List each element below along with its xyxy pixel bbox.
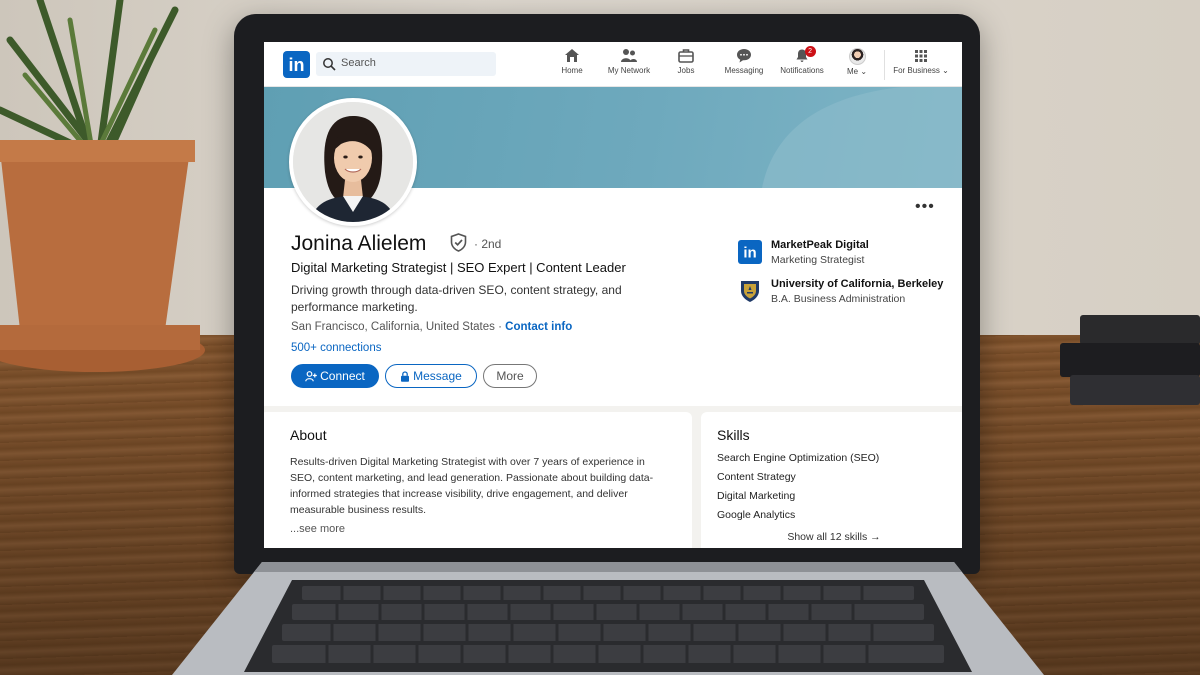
degree-name: B.A. Business Administration <box>771 293 906 305</box>
avatar-icon <box>848 48 866 65</box>
grid-icon <box>915 50 927 62</box>
skill-item[interactable]: Search Engine Optimization (SEO) <box>717 452 879 464</box>
cover-wave <box>762 87 962 188</box>
skill-item[interactable]: Google Analytics <box>717 509 795 521</box>
more-options-icon[interactable]: ••• <box>915 198 935 216</box>
connections-link[interactable]: 500+ connections <box>291 342 381 354</box>
nav-label: Me <box>846 67 859 76</box>
nav-label: Jobs <box>677 66 695 75</box>
location-text: San Francisco, California, United States… <box>291 321 502 333</box>
skills-title: Skills <box>717 427 750 443</box>
profile-name: Jonina Alielem <box>291 232 427 255</box>
person-portrait <box>293 102 413 222</box>
verified-shield-icon[interactable] <box>450 233 467 252</box>
search-icon <box>323 58 336 71</box>
profile-headline: Digital Marketing Strategist | SEO Exper… <box>291 260 626 275</box>
nav-me[interactable]: Me ⌄ <box>842 48 872 84</box>
about-text: Results-driven Digital Marketing Strateg… <box>290 456 654 516</box>
books-stack <box>1060 315 1200 405</box>
connect-button[interactable]: Connect <box>291 364 379 388</box>
add-person-icon <box>305 371 317 382</box>
company-role: Marketing Strategist <box>771 254 865 266</box>
laptop-screen: in Search Home My Network Jobs Messaging… <box>264 42 962 548</box>
laptop-keyboard <box>172 562 1044 675</box>
connection-degree: · 2nd <box>474 237 502 251</box>
network-icon <box>621 49 637 62</box>
nav-my-network[interactable]: My Network <box>602 48 656 84</box>
skill-item[interactable]: Content Strategy <box>717 471 796 483</box>
message-button[interactable]: Message <box>385 364 477 388</box>
skills-card: Skills Search Engine Optimization (SEO) … <box>701 412 962 548</box>
nav-notifications[interactable]: 2 Notifications <box>776 46 828 84</box>
message-label: Message <box>413 369 462 383</box>
top-nav: in Search Home My Network Jobs Messaging… <box>264 42 962 87</box>
more-button[interactable]: More <box>483 364 537 388</box>
home-icon <box>565 49 579 62</box>
show-all-skills-link[interactable]: Show all 12 skills → <box>701 531 962 543</box>
school-name: University of California, Berkeley <box>771 278 944 290</box>
nav-label: Home <box>561 66 583 75</box>
university-crest-icon <box>741 281 759 302</box>
about-title: About <box>290 427 327 443</box>
linkedin-logo[interactable]: in <box>283 51 310 78</box>
nav-divider <box>884 50 885 80</box>
potted-plant <box>0 0 205 372</box>
nav-label: My Network <box>607 66 651 75</box>
nav-label: Messaging <box>724 66 764 75</box>
svg-text:in: in <box>743 245 756 262</box>
notification-badge: 2 <box>804 46 816 57</box>
see-more-link[interactable]: ...see more <box>290 523 345 535</box>
profile-photo[interactable] <box>289 98 417 226</box>
about-card: About Results-driven Digital Marketing S… <box>264 412 692 548</box>
chevron-down-icon: ⌄ <box>942 66 949 75</box>
company-name: MarketPeak Digital <box>771 239 869 251</box>
nav-home[interactable]: Home <box>554 48 590 84</box>
nav-label: For Business <box>893 66 940 75</box>
connect-label: Connect <box>320 369 365 383</box>
search-input[interactable]: Search <box>316 52 496 76</box>
briefcase-icon <box>678 49 694 63</box>
chevron-down-icon: ⌄ <box>860 67 868 76</box>
contact-info-link[interactable]: Contact info <box>505 321 572 333</box>
profile-summary: Driving growth through data-driven SEO, … <box>291 283 622 314</box>
nav-label: Notifications <box>780 66 824 75</box>
lock-icon <box>401 371 410 382</box>
nav-messaging[interactable]: Messaging <box>720 48 768 84</box>
linkedin-logo-icon: in <box>738 240 762 264</box>
profile-location: San Francisco, California, United States… <box>291 321 572 333</box>
nav-jobs[interactable]: Jobs <box>668 48 704 84</box>
chat-icon <box>737 49 751 63</box>
search-placeholder: Search <box>341 57 376 69</box>
skill-item[interactable]: Digital Marketing <box>717 490 795 502</box>
nav-for-business[interactable]: For Business ⌄ <box>890 48 952 84</box>
